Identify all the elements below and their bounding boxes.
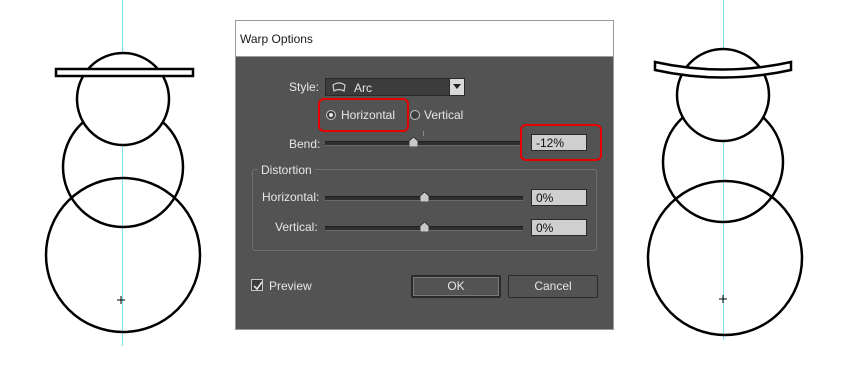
distortion-vertical-field[interactable]: 0% [531,219,587,236]
style-label: Style: [289,80,320,94]
preview-label[interactable]: Preview [269,279,312,293]
distortion-horizontal-label: Horizontal: [262,190,320,204]
bend-value-field[interactable]: -12% [531,134,587,151]
distortion-group [252,169,597,251]
cancel-button[interactable]: Cancel [508,275,598,298]
style-dropdown-value: Arc [354,81,372,95]
vertical-radio[interactable] [410,110,420,120]
distortion-vertical-label: Vertical: [275,220,318,234]
radio-selected-icon [329,113,333,117]
snowman-warped [646,47,804,337]
chevron-down-icon [453,84,461,89]
distortion-group-label: Distortion [258,163,315,177]
bend-slider-track[interactable] [325,141,520,146]
distortion-horizontal-slider-thumb[interactable] [420,192,429,202]
ok-button[interactable]: OK [411,275,501,298]
snowman-original [44,51,202,334]
horizontal-radio-label[interactable]: Horizontal [341,108,395,122]
bend-slider-center-tick [423,131,424,136]
style-dropdown-arrow[interactable] [449,79,464,95]
checkmark-icon [253,281,263,291]
preview-checkbox[interactable] [251,279,263,291]
style-dropdown[interactable]: Arc [325,78,465,96]
arc-style-icon [332,82,346,92]
dialog-title: Warp Options [240,32,313,46]
dialog-titlebar[interactable]: Warp Options [236,21,613,57]
bend-label: Bend: [289,137,321,151]
vertical-radio-label[interactable]: Vertical [424,108,463,122]
distortion-horizontal-field[interactable]: 0% [531,189,587,206]
distortion-vertical-slider-thumb[interactable] [420,222,429,232]
bend-slider-thumb[interactable] [409,137,418,147]
horizontal-radio[interactable] [326,110,336,120]
